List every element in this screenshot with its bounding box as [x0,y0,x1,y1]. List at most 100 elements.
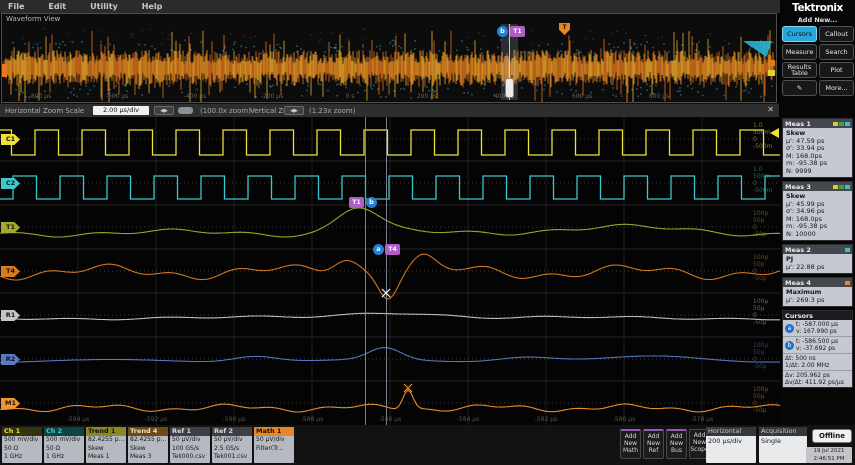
scale-value: 0 [753,136,757,143]
horizontal-zoom-scale-value[interactable]: 2.00 µs/div [93,106,149,115]
meas3-source-chips [832,184,850,189]
badge-setting: 1 GHz [46,453,65,460]
zoom-toolbar: Horizontal Zoom Scale 2.00 µs/div ◀▶ (10… [0,103,779,117]
scale-ladder-m1: 100µ 50µ 0 -50µ [753,386,768,414]
scale-value: 0 [753,224,757,231]
channel-badge-ch-1[interactable]: Ch 1 500 mV/div 50 Ω1 GHz [2,427,42,463]
cursor-readout-value: Δt: 500 ns [785,355,816,362]
waveform-overview-panel[interactable]: Waveform View -800 µs -600 µs -400 µs -200 … [1,13,777,106]
menu-item-help[interactable]: Help [142,2,163,11]
add-new-math-button[interactable]: Add New Math [620,429,641,459]
acquisition-badge[interactable]: Acquisition Single [759,427,807,463]
channel-badge-math-1[interactable]: Math 1 50 µV/div Filter(Tr... [254,427,294,463]
addnew-search-button[interactable]: Search [819,44,854,60]
horizontal-zoom-factor: (100.0x zoom) [200,107,251,115]
badge-setting: Meas 1 [88,453,110,460]
add-button-line: New [646,440,661,447]
horizontal-badge-title: Horizontal [706,427,756,436]
cursors-title: Cursors [785,311,814,320]
cursor-readout-value: Δv: 205.962 ps [785,372,830,379]
channel-badge-ref-2[interactable]: Ref 2 50 µV/div 2.5 GS/s Tek001.csv [212,427,252,463]
addnew-more-button[interactable]: More... [819,80,854,96]
add-new-button-grid: Cursors Callout Measure Search Results Table… [782,26,854,96]
cursor-readout-value: Δv/Δt: 411.92 ps/µs [785,379,844,386]
badge-meas3[interactable]: Meas 3 Skew µ': 45.99 ps σ': 34.96 ps M: 168… [782,181,853,241]
cursor-b-source-flag[interactable]: T1 [349,197,364,208]
addnew-results-table-button[interactable]: Results Table [782,62,817,78]
svg-text:-582 µs: -582 µs [535,416,557,423]
badge-setting: Filter(Tr... [256,444,284,452]
meas1-stat: N: 9999 [786,166,812,175]
svg-text:0 s: 0 s [346,93,355,100]
source-chip [845,184,850,189]
badge-meas2[interactable]: Meas 2 PJ µ': 22.88 ps [782,244,853,274]
meas2-source-chips [844,247,850,252]
offline-button[interactable]: Offline [812,429,852,443]
datetime-display: 19 Jul 2021 2:46:51 PM [806,447,852,463]
badge-cursors[interactable]: Cursors a t: -587.000 µs v: 167.990 ps b t: -… [782,310,853,388]
addnew-callout-button[interactable]: Callout [819,26,854,42]
source-chip [845,121,850,126]
scale-value: 100p [753,210,769,217]
zoomed-waveform-view[interactable]: -594 µs -592 µs -590 µs -588 µs -586 µs -584 … [0,117,780,425]
svg-text:-586 µs: -586 µs [379,416,401,423]
zoom-window-handle[interactable] [505,78,514,98]
cursor-readout-row: b t: -586.500 µs v: -37.692 ps [783,336,852,353]
vertical-zoom-stepper[interactable]: ◀▶ [284,106,304,115]
cursor-a-marker[interactable]: a [373,244,384,255]
overview-cursor-b-marker[interactable]: b [497,26,508,37]
addnew-draw-button[interactable]: ✎ [782,80,817,96]
scale-ladder-c1: 1.0 500m 0 -500m [753,122,772,150]
horizontal-scale-value: 200 µs/div [708,437,742,445]
overview-right-marker-yellow [768,70,775,76]
meas2-header: Meas 2 [783,245,852,254]
menu-item-file[interactable]: File [8,2,24,11]
badge-title: Ref 1 [170,427,210,436]
badge-setting: 82.4255 p... [88,436,125,443]
cursor-readout-value: t: -586.500 µs [796,338,839,345]
scale-value: 50p [753,217,765,224]
scale-value: 1.0 [753,122,763,129]
cursor-readout-lines: Δt: 500 ns 1/Δt: 2.00 MHz [785,355,829,369]
badge-setting: 50 µV/div [256,436,285,443]
cursor-a-source-flag[interactable]: T4 [385,244,400,255]
overview-cursor-source-flag[interactable]: T1 [510,26,525,37]
scale-ladder-c2: 1.0 500m 0 -500m [753,166,772,194]
channel-badge-ref-1[interactable]: Ref 1 50 µV/div 100 GS/s Tek000.csv [170,427,210,463]
addnew-plot-button[interactable]: Plot [819,62,854,78]
horizontal-zoom-slider[interactable] [178,107,193,114]
svg-text:-588 µs: -588 µs [301,416,323,423]
source-chip [839,121,844,126]
cursor-readout-row: Δv: 205.962 ps Δv/Δt: 411.92 ps/µs [783,370,852,387]
horizontal-zoom-stepper[interactable]: ◀▶ [154,106,174,115]
menu-item-utility[interactable]: Utility [90,2,118,11]
badge-setting: 1 GHz [4,453,23,460]
svg-text:-580 µs: -580 µs [613,416,635,423]
channel-badge-ch-2[interactable]: Ch 2 500 mV/div 50 Ω1 GHz [44,427,84,463]
svg-text:-600 µs: -600 µs [106,93,128,100]
addnew-cursors-button[interactable]: Cursors [782,26,817,42]
badge-setting: 2.5 GS/s [214,444,240,452]
scale-value: -500m [753,143,773,150]
add-new-ref-button[interactable]: Add New Ref [643,429,664,459]
badge-setting: 500 mV/div [4,436,39,443]
add-new-bus-button[interactable]: Add New Bus [666,429,687,459]
cursor-b-marker[interactable]: b [366,197,377,208]
addnew-measure-button[interactable]: Measure [782,44,817,60]
scale-value: 0 [753,400,757,407]
add-button-line: New [623,440,638,447]
badge-setting: 50 µV/div [214,436,243,443]
channel-badge-trend-1[interactable]: Trend 1 82.4255 p... Skew Meas 1 [86,427,126,463]
badge-title: Ch 2 [44,427,84,436]
meas3-body: Skew µ': 45.99 ps σ': 34.96 ps M: 168.0ps m:… [783,191,852,240]
close-zoom-icon[interactable]: ✕ [767,105,774,114]
channel-badge-trend-4[interactable]: Trend 4 82.4255 p... Skew Meas 3 [128,427,168,463]
badge-meas4[interactable]: Meas 4 Maximum µ': 269.3 ps [782,277,853,307]
badge-meas1[interactable]: Meas 1 Skew µ': 47.59 ps σ': 33.94 ps M: 168… [782,118,853,178]
svg-text:600 µs: 600 µs [572,93,592,100]
badge-setting: Skew [88,444,104,452]
scale-ladder-t4: 100p 50p 0 -50p [753,254,768,282]
horizontal-badge[interactable]: Horizontal 200 µs/div [706,427,756,463]
cursor-readout-lines: t: -586.500 µs v: -37.692 ps [796,338,838,352]
menu-item-edit[interactable]: Edit [48,2,66,11]
